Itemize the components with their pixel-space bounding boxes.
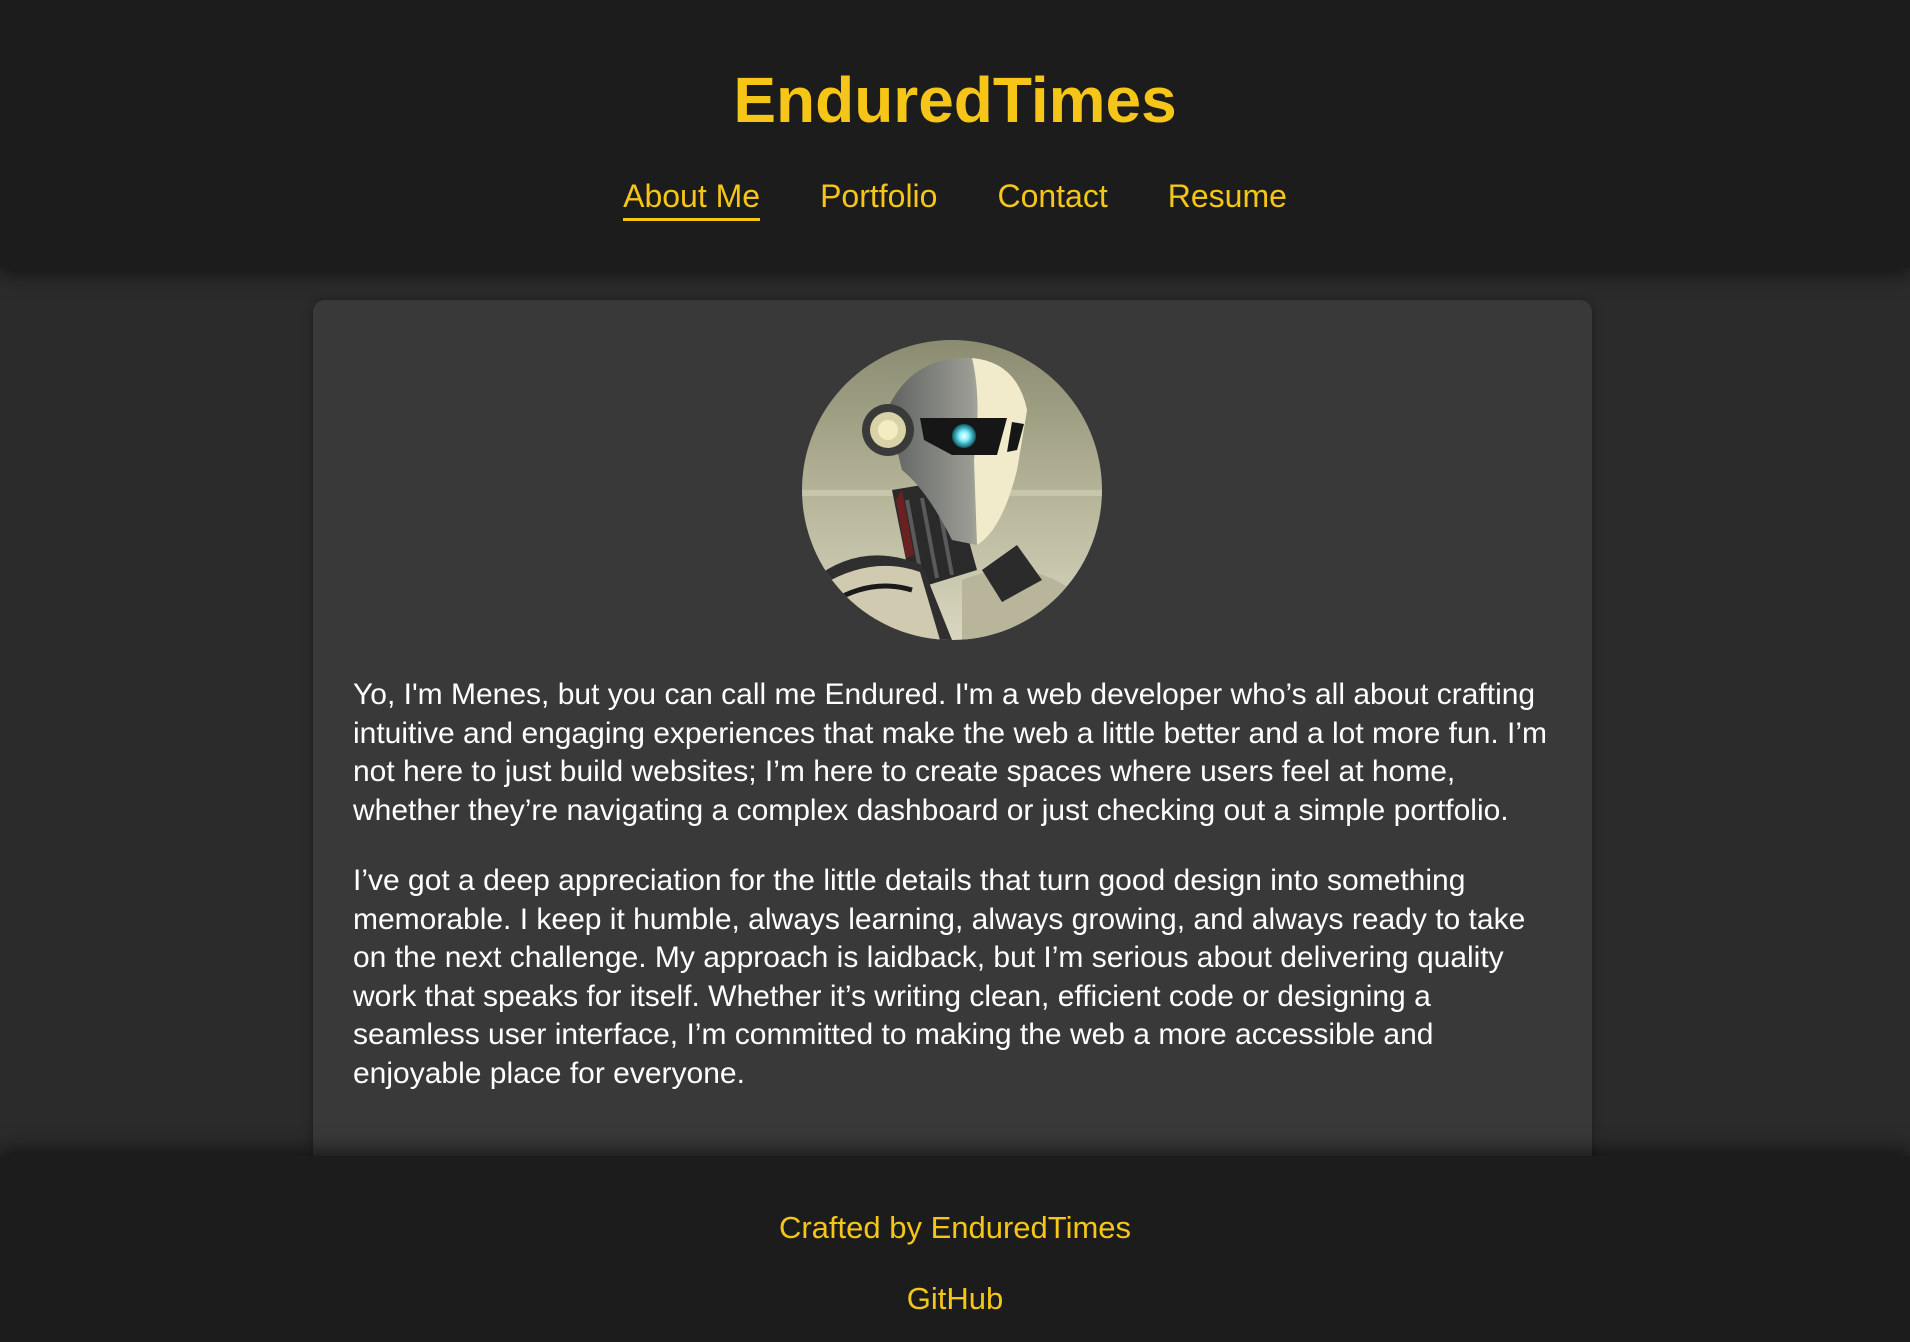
site-footer: Crafted by EnduredTimes GitHub [0,1156,1910,1342]
nav-about-me[interactable]: About Me [623,176,761,221]
about-text: Yo, I'm Menes, but you can call me Endur… [353,676,1563,1125]
site-title: EnduredTimes [733,64,1177,136]
main-nav: About Me Portfolio Contact Resume [0,176,1910,221]
about-card: Yo, I'm Menes, but you can call me Endur… [313,300,1592,1200]
footer-credit: Crafted by EnduredTimes [778,1210,1132,1245]
robot-avatar-icon [802,340,1102,640]
about-paragraph-2: I’ve got a deep appreciation for the lit… [353,864,1526,1090]
site-header: EnduredTimes About Me Portfolio Contact … [0,0,1910,268]
nav-portfolio[interactable]: Portfolio [820,176,937,221]
github-link[interactable]: GitHub [0,1279,1910,1319]
nav-contact[interactable]: Contact [997,176,1107,221]
about-paragraph-1: Yo, I'm Menes, but you can call me Endur… [353,678,1548,827]
nav-resume[interactable]: Resume [1168,176,1287,221]
